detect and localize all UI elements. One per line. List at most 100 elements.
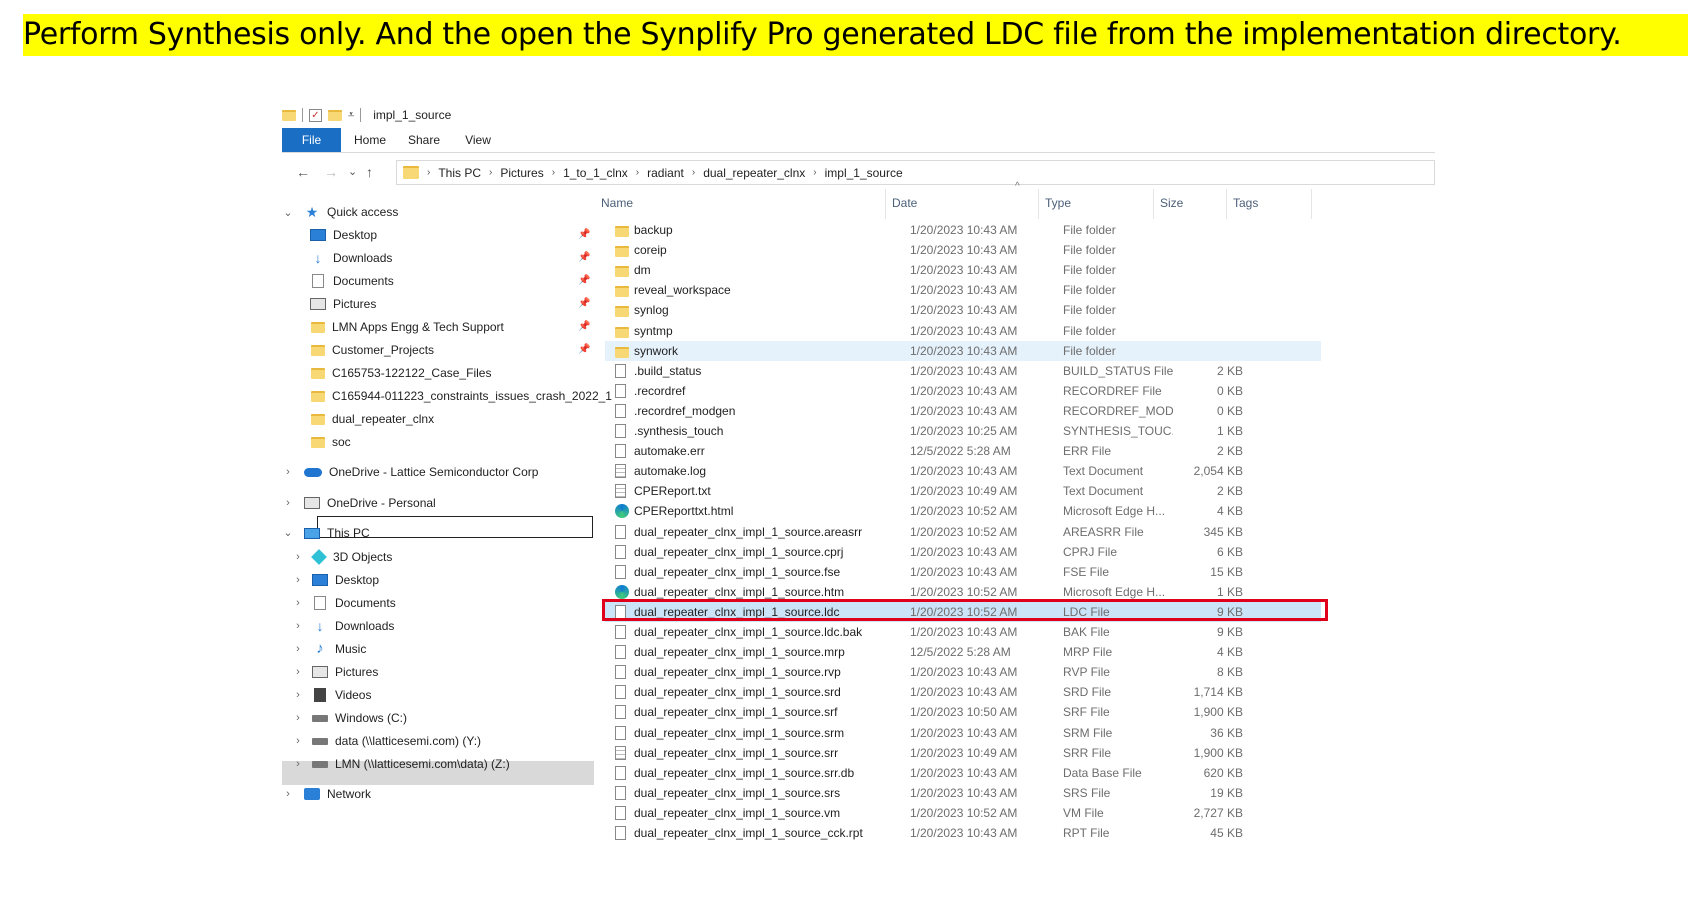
- column-header-size[interactable]: Size: [1154, 189, 1227, 219]
- tree-pc-desktop[interactable]: Desktop: [312, 569, 379, 591]
- column-header-type[interactable]: Type: [1039, 189, 1154, 219]
- pin-icon[interactable]: 📌: [578, 344, 590, 355]
- file-row[interactable]: dual_repeater_clnx_impl_1_source.ldc.bak…: [605, 622, 1321, 642]
- tree-quick-customer-projects[interactable]: Customer_Projects: [311, 339, 434, 361]
- tree-pc-videos[interactable]: Videos: [314, 684, 371, 706]
- chevron-right-icon[interactable]: ›: [813, 167, 816, 178]
- back-arrow-icon[interactable]: ←: [296, 164, 310, 180]
- file-row[interactable]: coreip 1/20/2023 10:43 AM File folder: [605, 240, 1321, 260]
- new-folder-icon[interactable]: [328, 109, 342, 121]
- file-row[interactable]: synwork 1/20/2023 10:43 AM File folder: [605, 340, 1321, 361]
- tab-share[interactable]: Share: [400, 128, 448, 152]
- file-row[interactable]: dual_repeater_clnx_impl_1_source.cprj 1/2…: [605, 542, 1321, 562]
- file-row[interactable]: dual_repeater_clnx_impl_1_source.srr.db 1…: [605, 763, 1321, 783]
- file-row[interactable]: dual_repeater_clnx_impl_1_source.srm 1/20…: [605, 723, 1321, 743]
- recent-locations-chevron-icon[interactable]: ⌄: [348, 165, 357, 178]
- tree-quick-access[interactable]: ★ Quick access: [304, 201, 399, 223]
- tree-pc-3d-objects[interactable]: 3D Objects: [311, 546, 392, 568]
- tree-quick-documents[interactable]: Documents: [312, 270, 394, 292]
- file-row[interactable]: synlog 1/20/2023 10:43 AM File folder: [605, 300, 1321, 320]
- tree-pc-windows-c[interactable]: Windows (C:): [312, 707, 407, 729]
- file-row[interactable]: dual_repeater_clnx_impl_1_source.mrp 12/5…: [605, 642, 1321, 662]
- chevron-right-icon[interactable]: ›: [282, 497, 294, 509]
- column-header-name[interactable]: Name: [595, 189, 886, 219]
- tree-quick-c165753[interactable]: C165753-122122_Case_Files: [311, 362, 491, 384]
- tab-view[interactable]: View: [454, 128, 502, 152]
- chevron-right-icon[interactable]: ›: [292, 574, 304, 586]
- up-arrow-icon[interactable]: ↑: [366, 164, 373, 180]
- chevron-down-icon[interactable]: ⌄: [282, 526, 294, 539]
- chevron-right-icon[interactable]: ›: [292, 735, 304, 747]
- file-row[interactable]: .build_status 1/20/2023 10:43 AM BUILD_STA…: [605, 361, 1321, 381]
- tree-quick-dual-repeater-clnx[interactable]: dual_repeater_clnx: [311, 408, 434, 430]
- file-row[interactable]: dual_repeater_clnx_impl_1_source.ldc 1/20…: [602, 598, 1328, 622]
- breadcrumb-radiant[interactable]: radiant: [647, 166, 684, 180]
- customize-toolbar-icon[interactable]: ⩡: [348, 109, 354, 122]
- column-header-tags[interactable]: Tags: [1227, 189, 1312, 219]
- chevron-right-icon[interactable]: ›: [292, 597, 304, 609]
- breadcrumb-this-pc[interactable]: This PC: [438, 166, 481, 180]
- tree-pc-lmn-z[interactable]: LMN (\\latticesemi.com\data) (Z:): [312, 753, 510, 775]
- column-header-date[interactable]: Date: [886, 189, 1039, 219]
- file-row[interactable]: dual_repeater_clnx_impl_1_source.srf 1/20…: [605, 702, 1321, 722]
- file-row[interactable]: syntmp 1/20/2023 10:43 AM File folder: [605, 321, 1321, 341]
- tree-pc-documents[interactable]: Documents: [314, 592, 396, 614]
- file-row[interactable]: dual_repeater_clnx_impl_1_source.srs 1/20…: [605, 783, 1321, 803]
- tree-quick-desktop[interactable]: Desktop: [310, 224, 377, 246]
- file-row[interactable]: CPEReporttxt.html 1/20/2023 10:52 AM Micro…: [605, 501, 1321, 521]
- pin-icon[interactable]: 📌: [578, 229, 590, 240]
- chevron-right-icon[interactable]: ›: [292, 689, 304, 701]
- tree-quick-pictures[interactable]: Pictures: [310, 293, 376, 315]
- tree-pc-pictures[interactable]: Pictures: [312, 661, 378, 683]
- tree-quick-c165944[interactable]: C165944-011223_constraints_issues_crash_…: [311, 385, 612, 407]
- file-row[interactable]: dual_repeater_clnx_impl_1_source.srr 1/20…: [605, 743, 1321, 763]
- pin-icon[interactable]: 📌: [578, 298, 590, 309]
- chevron-down-icon[interactable]: ⌄: [282, 206, 294, 219]
- file-row[interactable]: dm 1/20/2023 10:43 AM File folder: [605, 260, 1321, 280]
- file-row[interactable]: automake.log 1/20/2023 10:43 AM Text Docum…: [605, 461, 1321, 481]
- file-row[interactable]: reveal_workspace 1/20/2023 10:43 AM File f…: [605, 280, 1321, 300]
- tree-pc-music[interactable]: ♪ Music: [312, 638, 366, 660]
- tree-onedrive-corp[interactable]: OneDrive - Lattice Semiconductor Corp: [304, 461, 538, 483]
- file-row[interactable]: dual_repeater_clnx_impl_1_source.areasrr…: [605, 522, 1321, 542]
- chevron-right-icon[interactable]: ›: [552, 167, 555, 178]
- chevron-right-icon[interactable]: ›: [282, 788, 294, 800]
- file-row[interactable]: CPEReport.txt 1/20/2023 10:49 AM Text Docu…: [605, 481, 1321, 501]
- forward-arrow-icon[interactable]: →: [324, 164, 338, 180]
- chevron-right-icon[interactable]: ›: [292, 643, 304, 655]
- file-row[interactable]: .recordref_modgen 1/20/2023 10:43 AM RECOR…: [605, 401, 1321, 421]
- chevron-right-icon[interactable]: ›: [282, 466, 294, 478]
- chevron-right-icon[interactable]: ›: [292, 551, 304, 563]
- tree-onedrive-personal[interactable]: OneDrive - Personal: [304, 492, 436, 514]
- tree-quick-downloads[interactable]: ↓ Downloads: [310, 247, 393, 269]
- chevron-right-icon[interactable]: ›: [489, 167, 492, 178]
- pin-icon[interactable]: 📌: [578, 321, 590, 332]
- tree-quick-lmn-apps[interactable]: LMN Apps Engg & Tech Support: [311, 316, 504, 338]
- chevron-right-icon[interactable]: ›: [636, 167, 639, 178]
- chevron-right-icon[interactable]: ›: [692, 167, 695, 178]
- file-row[interactable]: .recordref 1/20/2023 10:43 AM RECORDREF Fi…: [605, 381, 1321, 401]
- chevron-right-icon[interactable]: ›: [292, 620, 304, 632]
- tree-network[interactable]: Network: [304, 783, 371, 805]
- pin-icon[interactable]: 📌: [578, 252, 590, 263]
- file-row[interactable]: dual_repeater_clnx_impl_1_source.htm 1/20…: [605, 582, 1321, 602]
- tree-this-pc[interactable]: This PC: [304, 522, 370, 544]
- file-row[interactable]: dual_repeater_clnx_impl_1_source.vm 1/20/…: [605, 803, 1321, 823]
- file-row[interactable]: dual_repeater_clnx_impl_1_source.srd 1/20…: [605, 682, 1321, 702]
- chevron-right-icon[interactable]: ›: [427, 167, 430, 178]
- tree-pc-data-y[interactable]: data (\\latticesemi.com) (Y:): [312, 730, 481, 752]
- tree-pc-downloads[interactable]: ↓ Downloads: [312, 615, 395, 637]
- breadcrumb-dual-repeater-clnx[interactable]: dual_repeater_clnx: [703, 166, 805, 180]
- address-bar[interactable]: › This PC › Pictures › 1_to_1_clnx › rad…: [396, 160, 1435, 185]
- folder-icon[interactable]: [282, 109, 296, 121]
- file-row[interactable]: dual_repeater_clnx_impl_1_source.rvp 1/20…: [605, 662, 1321, 682]
- file-row[interactable]: dual_repeater_clnx_impl_1_source_cck.rpt…: [605, 823, 1321, 843]
- file-row[interactable]: backup 1/20/2023 10:43 AM File folder: [605, 220, 1321, 240]
- tab-file[interactable]: File: [282, 128, 341, 152]
- breadcrumb-impl-1-source[interactable]: impl_1_source: [825, 166, 903, 180]
- tab-home[interactable]: Home: [346, 128, 394, 152]
- file-row[interactable]: dual_repeater_clnx_impl_1_source.fse 1/20…: [605, 562, 1321, 582]
- chevron-right-icon[interactable]: ›: [292, 712, 304, 724]
- chevron-right-icon[interactable]: ›: [292, 666, 304, 678]
- breadcrumb-1-to-1-clnx[interactable]: 1_to_1_clnx: [563, 166, 628, 180]
